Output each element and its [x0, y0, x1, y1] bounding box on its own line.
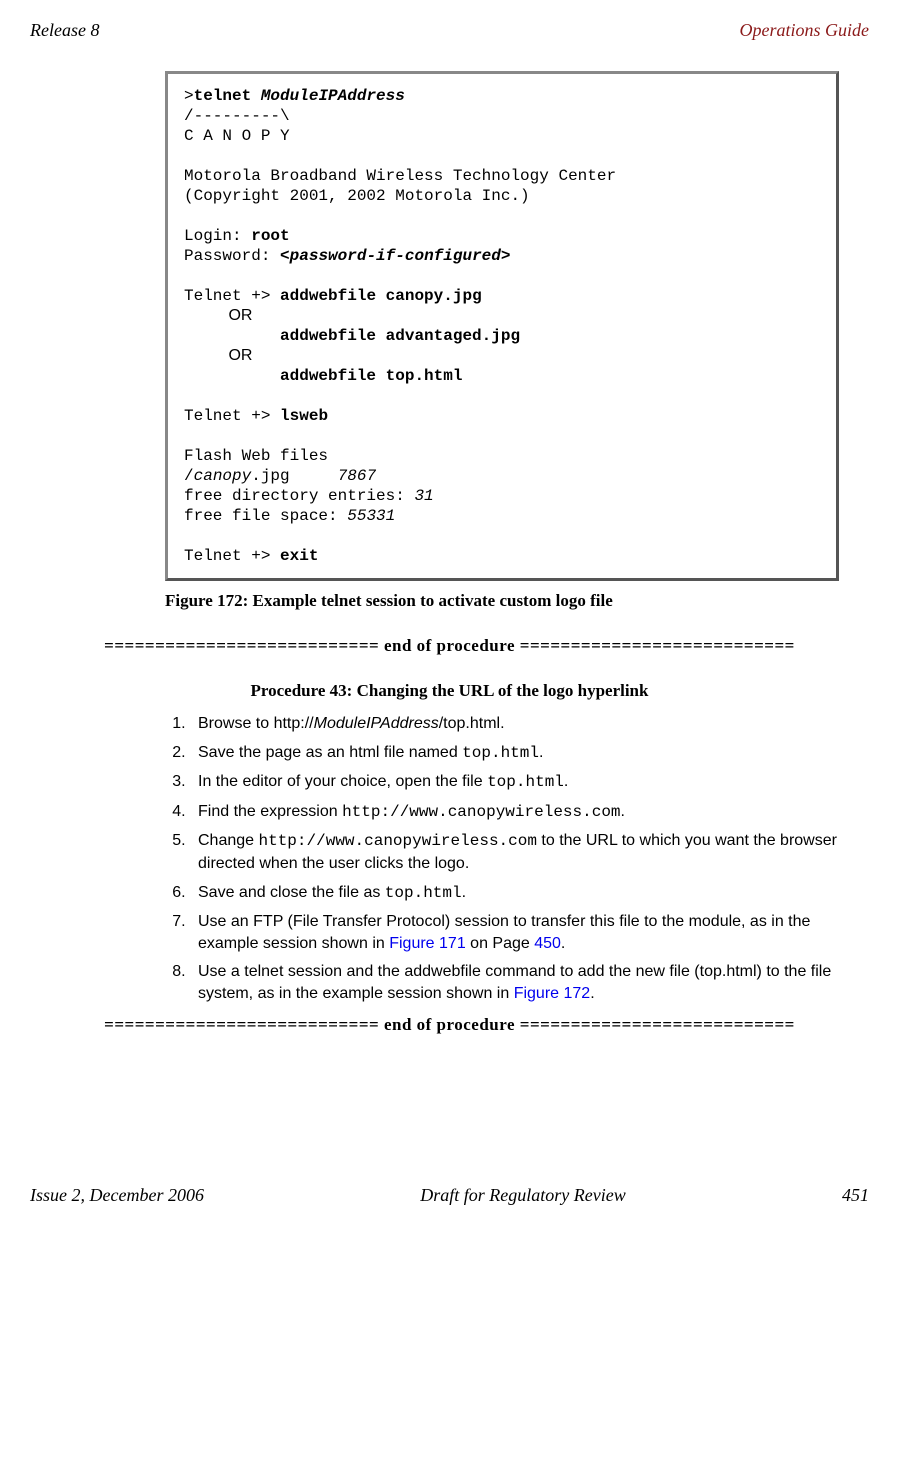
- step-6: Save and close the file as top.html.: [190, 882, 839, 905]
- step-5: Change http://www.canopywireless.com to …: [190, 830, 839, 874]
- canopy-banner: C A N O P Y: [184, 127, 290, 145]
- step-6-filename: top.html: [385, 884, 462, 902]
- module-ip-placeholder: ModuleIPAddress: [261, 87, 405, 105]
- step-4-text-a: Find the expression: [198, 803, 342, 820]
- motorola-banner: Motorola Broadband Wireless Technology C…: [184, 167, 616, 185]
- step-6-text-c: .: [462, 884, 466, 901]
- step-3: In the editor of your choice, open the f…: [190, 771, 839, 794]
- figure-172-link[interactable]: Figure 172: [514, 985, 591, 1002]
- step-1: Browse to http://ModuleIPAddress/top.htm…: [190, 713, 839, 735]
- step-4-text-c: .: [621, 803, 625, 820]
- or-1: OR: [228, 307, 252, 324]
- figure-171-link[interactable]: Figure 171: [389, 935, 466, 952]
- free-dir-value: 31: [414, 487, 433, 505]
- procedure-steps: Browse to http://ModuleIPAddress/top.htm…: [165, 713, 839, 1005]
- step-8: Use a telnet session and the addwebfile …: [190, 961, 839, 1004]
- cmd-addwebfile-canopy: addwebfile canopy.jpg: [280, 287, 482, 305]
- step-7-text-c: on Page: [466, 935, 535, 952]
- step-5-text-a: Change: [198, 832, 259, 849]
- step-1-text-c: /top.html.: [439, 715, 505, 732]
- terminal-session-box: >telnet ModuleIPAddress /---------\ C A …: [165, 71, 839, 581]
- step-2-filename: top.html: [462, 744, 539, 762]
- header-release: Release 8: [30, 20, 99, 41]
- password-placeholder: password-if-configured: [290, 247, 501, 265]
- free-dir-label: free directory entries:: [184, 487, 405, 505]
- step-8-text-c: .: [590, 985, 594, 1002]
- figure-caption: Figure 172: Example telnet session to ac…: [165, 591, 869, 611]
- page-header: Release 8 Operations Guide: [30, 20, 869, 41]
- step-5-url: http://www.canopywireless.com: [259, 832, 537, 850]
- footer-page-number: 451: [842, 1185, 869, 1206]
- telnet-prompt-2: Telnet +>: [184, 407, 270, 425]
- prompt-gt: >: [184, 87, 194, 105]
- step-2: Save the page as an html file named top.…: [190, 742, 839, 765]
- free-file-label: free file space:: [184, 507, 338, 525]
- cmd-telnet: telnet: [194, 87, 252, 105]
- end-of-procedure-divider-1: =========================== end of proce…: [30, 636, 869, 656]
- procedure-title: Procedure 43: Changing the URL of the lo…: [30, 681, 869, 701]
- step-3-filename: top.html: [487, 773, 564, 791]
- step-7-text-e: .: [561, 935, 565, 952]
- step-2-text-c: .: [539, 744, 543, 761]
- step-1-module-ip: ModuleIPAddress: [314, 715, 439, 732]
- cmd-exit: exit: [280, 547, 318, 565]
- lt-bracket: <: [280, 247, 290, 265]
- telnet-prompt-1: Telnet +>: [184, 287, 270, 305]
- cmd-addwebfile-top: addwebfile top.html: [280, 367, 462, 385]
- step-1-text-a: Browse to http://: [198, 715, 314, 732]
- ascii-art-top: /---------\: [184, 107, 290, 125]
- or-2: OR: [228, 347, 252, 364]
- step-3-text-a: In the editor of your choice, open the f…: [198, 773, 487, 790]
- header-guide-title: Operations Guide: [740, 20, 870, 41]
- file-ext-jpg: .jpg: [251, 467, 289, 485]
- file-slash: /: [184, 467, 194, 485]
- step-4: Find the expression http://www.canopywir…: [190, 801, 839, 824]
- step-6-text-a: Save and close the file as: [198, 884, 385, 901]
- free-file-value: 55331: [347, 507, 395, 525]
- gt-bracket: >: [501, 247, 511, 265]
- cmd-addwebfile-advantaged: addwebfile advantaged.jpg: [280, 327, 520, 345]
- login-value: root: [251, 227, 289, 245]
- login-label: Login:: [184, 227, 242, 245]
- password-label: Password:: [184, 247, 270, 265]
- copyright-line: (Copyright 2001, 2002 Motorola Inc.): [184, 187, 530, 205]
- step-7: Use an FTP (File Transfer Protocol) sess…: [190, 911, 839, 954]
- step-4-url: http://www.canopywireless.com: [342, 803, 620, 821]
- telnet-prompt-3: Telnet +>: [184, 547, 270, 565]
- flash-web-files-label: Flash Web files: [184, 447, 328, 465]
- step-2-text-a: Save the page as an html file named: [198, 744, 462, 761]
- file-name-canopy: canopy: [194, 467, 252, 485]
- page-footer: Issue 2, December 2006 Draft for Regulat…: [30, 1185, 869, 1206]
- cmd-lsweb: lsweb: [280, 407, 328, 425]
- end-of-procedure-divider-2: =========================== end of proce…: [30, 1015, 869, 1035]
- page-450-link[interactable]: 450: [534, 935, 561, 952]
- footer-issue: Issue 2, December 2006: [30, 1185, 204, 1206]
- footer-draft: Draft for Regulatory Review: [420, 1185, 625, 1206]
- file-size: 7867: [338, 467, 376, 485]
- step-3-text-c: .: [564, 773, 568, 790]
